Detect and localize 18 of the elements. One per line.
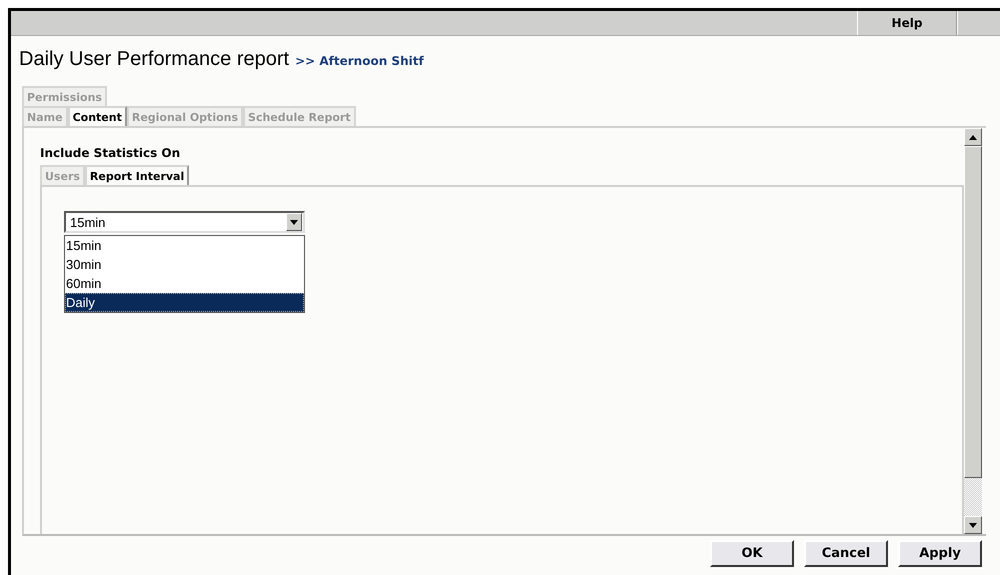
dialog-button[interactable]: OK [710,540,794,567]
scroll-thumb[interactable] [964,146,982,478]
section-label: Include Statistics On [40,146,182,160]
dropdown-option[interactable]: 60min [65,274,304,293]
page-title: Daily User Performance report [19,48,290,71]
dialog-button[interactable]: Apply [898,540,982,567]
interval-dropdown[interactable]: 15min [64,211,305,233]
dropdown-option[interactable]: Daily [65,293,304,312]
dropdown-option[interactable]: 15min [65,236,304,255]
scrollbar[interactable] [964,128,982,534]
breadcrumb-text: >> Afternoon Shitf [295,54,424,68]
tab[interactable]: Content [68,106,127,126]
scroll-down-icon[interactable] [964,516,982,534]
scroll-up-icon[interactable] [964,128,982,146]
help-button[interactable]: Help [857,11,957,35]
dialog-button[interactable]: Cancel [804,540,888,567]
dropdown-option[interactable]: 30min [65,255,304,274]
tab[interactable]: Report Interval [84,165,190,185]
